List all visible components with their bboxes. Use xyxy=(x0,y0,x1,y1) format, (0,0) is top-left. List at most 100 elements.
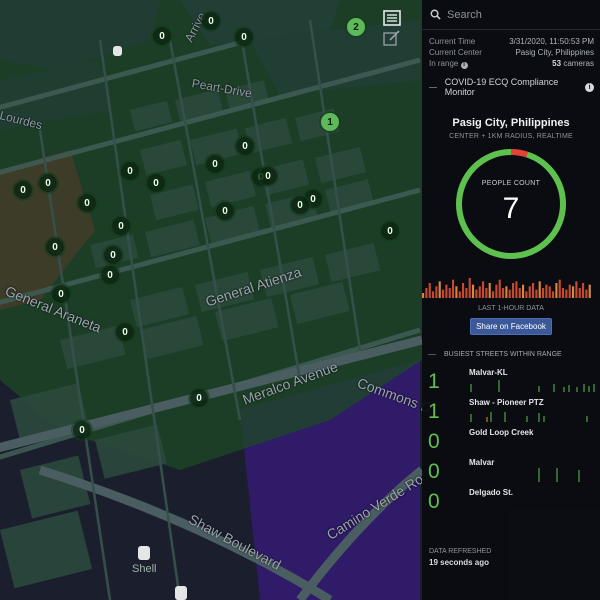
street-count: 0 xyxy=(428,490,440,513)
hour-bar xyxy=(532,283,535,298)
camera-marker[interactable]: 0 xyxy=(259,167,277,185)
street-row[interactable]: 1 Shaw - Pioneer PTZ xyxy=(422,398,600,428)
search-icon xyxy=(430,9,441,20)
hour-bar xyxy=(588,284,591,298)
hour-bar xyxy=(432,291,435,298)
camera-marker[interactable]: 1 xyxy=(321,113,339,131)
hour-bar xyxy=(572,286,575,298)
hour-bar xyxy=(502,288,505,298)
info-icon[interactable]: i xyxy=(460,62,468,69)
hour-bar xyxy=(472,284,475,298)
search-input[interactable] xyxy=(447,8,587,21)
camera-marker[interactable]: 0 xyxy=(78,194,96,212)
street-name: Malvar-KL xyxy=(469,368,508,377)
edit-icon[interactable] xyxy=(383,30,405,50)
hour-bar xyxy=(448,288,451,298)
camera-marker[interactable]: 0 xyxy=(236,137,254,155)
camera-marker[interactable]: 0 xyxy=(116,323,134,341)
hour-bar xyxy=(585,289,588,298)
monitor-title: COVID-19 ECQ Compliance Monitor xyxy=(444,77,559,97)
hour-bar xyxy=(568,284,571,298)
hour-bar xyxy=(442,289,445,298)
camera-marker[interactable]: 0 xyxy=(52,285,70,303)
info-icon[interactable]: i xyxy=(585,82,594,92)
hour-bar xyxy=(522,284,525,298)
street-row[interactable]: 1 Malvar-KL xyxy=(422,368,600,398)
camera-marker[interactable]: 0 xyxy=(121,162,139,180)
camera-marker[interactable]: 0 xyxy=(235,28,253,46)
streets-list: 1 Malvar-KL 1 Shaw - Pioneer PTZ 0 Gold … xyxy=(422,368,600,518)
fuel-station-icon[interactable] xyxy=(113,46,122,59)
hour-bar xyxy=(475,289,478,298)
current-time-row: Current Time 3/31/2020, 11:50:53 PM xyxy=(429,36,594,47)
street-row[interactable]: 0 Delgado St. xyxy=(422,488,600,518)
street-row[interactable]: 0 Gold Loop Creek xyxy=(422,428,600,458)
hour-bar xyxy=(498,279,501,298)
people-count-value: 7 xyxy=(502,192,520,225)
hour-bar xyxy=(555,283,558,298)
info-section: Current Time 3/31/2020, 11:50:53 PM Curr… xyxy=(422,30,600,69)
hour-bar xyxy=(552,291,555,298)
shell-station[interactable]: Shell xyxy=(132,546,156,575)
camera-marker[interactable]: 0 xyxy=(381,222,399,240)
street-sparkline xyxy=(470,380,595,392)
street-name: Shaw - Pioneer PTZ xyxy=(469,398,544,407)
camera-marker[interactable]: 0 xyxy=(153,27,171,45)
camera-marker[interactable]: 0 xyxy=(206,155,224,173)
refreshed-value: 19 seconds ago xyxy=(429,558,490,567)
current-center-row: Current Center Pasig City, Philippines xyxy=(429,47,594,58)
hour-bar xyxy=(558,279,561,298)
hour-bar xyxy=(462,283,465,298)
camera-marker[interactable]: 0 xyxy=(39,174,57,192)
hour-bar xyxy=(485,288,488,298)
in-range-row: In range i 53 cameras xyxy=(429,58,594,69)
street-sparkline xyxy=(470,412,588,422)
hour-bar xyxy=(528,286,531,298)
camera-marker[interactable]: 2 xyxy=(347,18,365,36)
in-range-label: In range xyxy=(429,59,459,68)
hour-bar xyxy=(422,293,425,298)
camera-marker[interactable]: 0 xyxy=(14,181,32,199)
list-view-icon[interactable] xyxy=(383,10,405,30)
camera-marker[interactable]: 0 xyxy=(202,12,220,30)
camera-marker[interactable]: 0 xyxy=(104,246,122,264)
in-range-unit: cameras xyxy=(563,59,594,68)
hour-bar xyxy=(488,283,491,298)
hour-bar xyxy=(425,288,428,298)
hour-bar xyxy=(525,291,528,298)
hour-bar xyxy=(455,286,458,298)
hour-bar xyxy=(535,289,538,298)
camera-marker[interactable]: 0 xyxy=(216,202,234,220)
hour-bar xyxy=(508,289,511,298)
camera-marker[interactable]: 0 xyxy=(46,238,64,256)
in-range-count: 53 xyxy=(552,59,562,68)
hour-bar xyxy=(505,286,508,298)
hour-bar xyxy=(575,281,578,298)
camera-marker[interactable]: 0 xyxy=(190,389,208,407)
camera-marker[interactable]: 0 xyxy=(73,421,91,439)
street-count: 1 xyxy=(428,370,440,393)
camera-marker[interactable]: 0 xyxy=(291,196,309,214)
fuel-station-icon[interactable] xyxy=(175,586,187,600)
current-time-label: Current Time xyxy=(429,37,476,46)
camera-marker[interactable]: 0 xyxy=(101,266,119,284)
hour-bar xyxy=(548,286,551,298)
street-row[interactable]: 0 Malvar xyxy=(422,458,600,488)
hour-bar xyxy=(452,279,455,298)
hour-bar xyxy=(465,288,468,298)
location-title: Pasig City, Philippines xyxy=(452,117,570,129)
hour-bar xyxy=(518,288,521,298)
busiest-title: BUSIEST STREETS WITHIN RANGE xyxy=(444,351,562,358)
hour-bar xyxy=(565,289,568,298)
hour-bar xyxy=(478,286,481,298)
camera-marker[interactable]: 0 xyxy=(147,174,165,192)
hour-bar xyxy=(542,288,545,298)
hour-bar xyxy=(582,283,585,298)
camera-marker[interactable]: 0 xyxy=(112,217,130,235)
last-hour-bars xyxy=(422,278,591,298)
current-center-label: Current Center xyxy=(429,48,482,57)
street-name: Delgado St. xyxy=(469,488,514,497)
share-facebook-button[interactable]: Share on Facebook xyxy=(470,318,552,335)
street-name: Gold Loop Creek xyxy=(469,428,534,437)
hour-bar xyxy=(538,281,541,298)
